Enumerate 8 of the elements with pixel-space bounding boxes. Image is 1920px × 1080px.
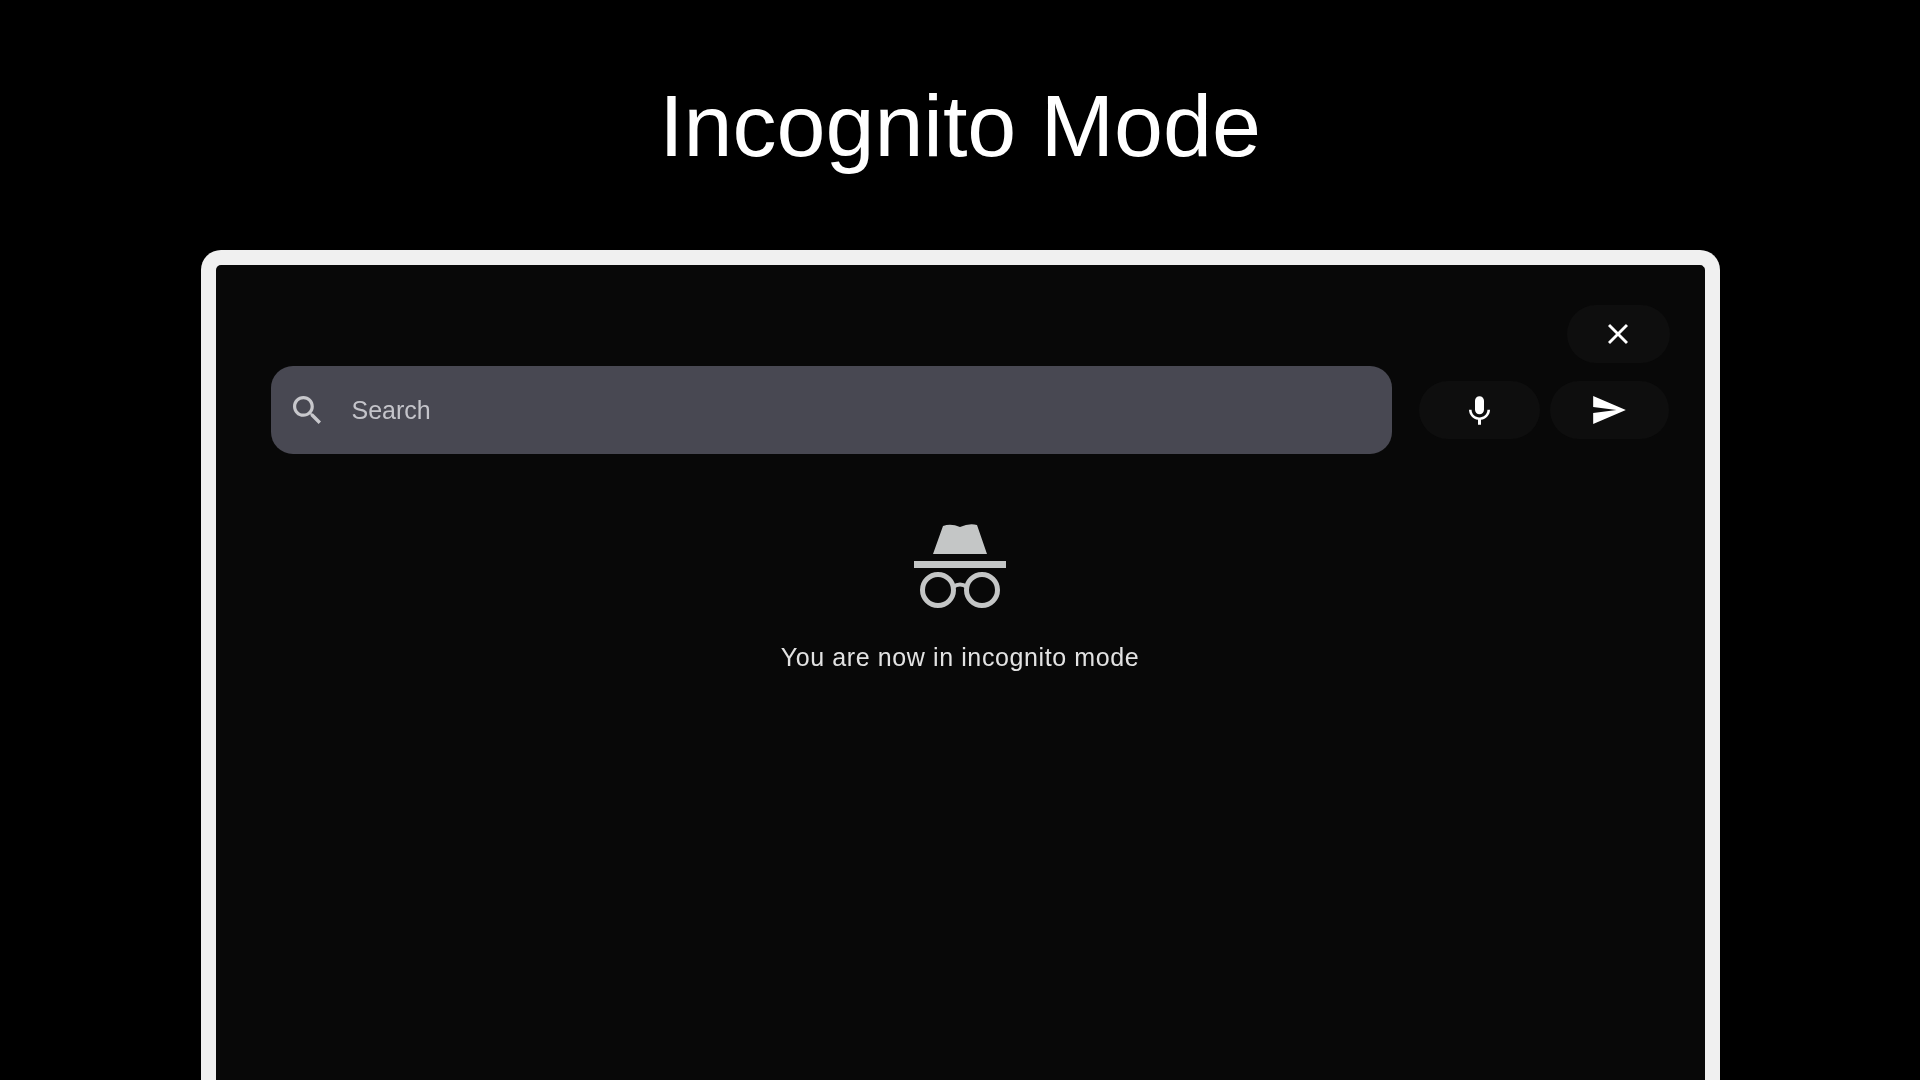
send-icon [1593,396,1627,424]
close-icon [1608,324,1628,344]
search-field[interactable]: Search [270,366,1392,454]
page-title: Incognito Mode [659,76,1261,176]
incognito-message: You are now in incognito mode [780,642,1140,672]
microphone-icon [1468,395,1490,425]
search-icon [292,396,321,424]
incognito-icon [914,522,1006,608]
